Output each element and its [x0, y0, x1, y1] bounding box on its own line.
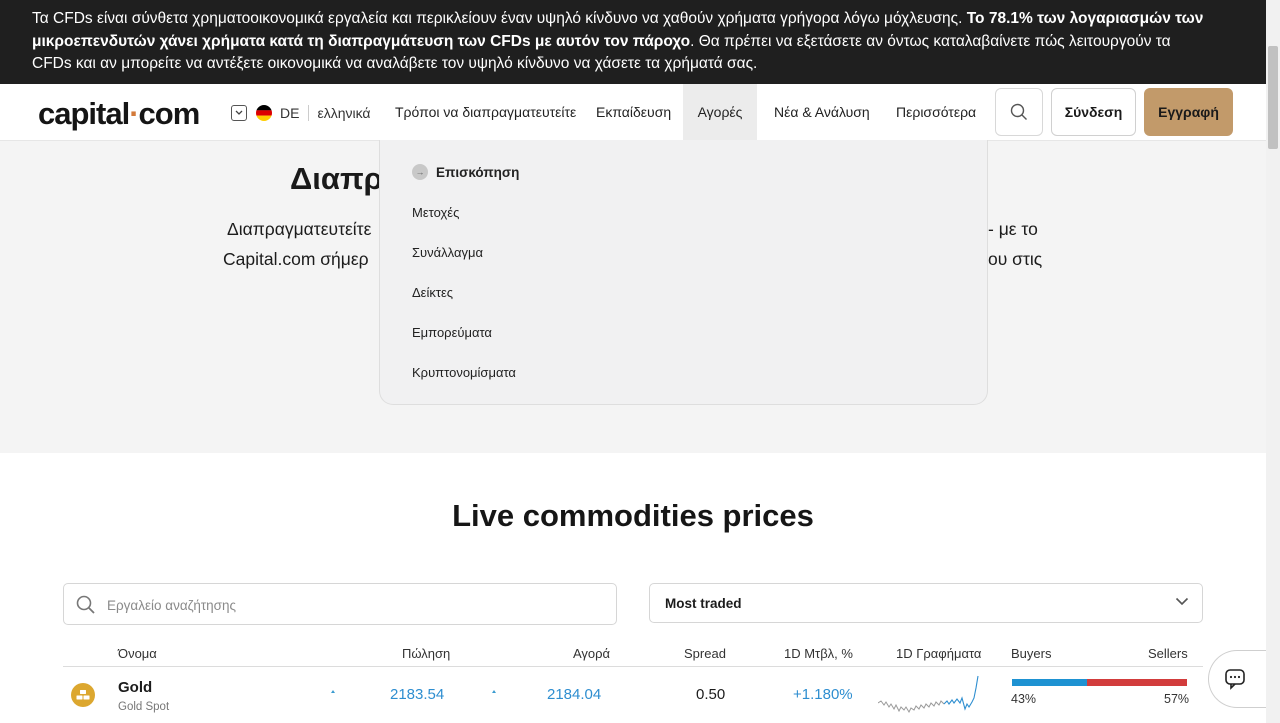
- sort-select-value: Most traded: [665, 596, 742, 611]
- menu-item-overview[interactable]: → Επισκόπηση: [412, 164, 519, 180]
- menu-item-commodities[interactable]: Εμπορεύματα: [412, 325, 492, 340]
- scrollbar-thumb[interactable]: [1268, 46, 1278, 149]
- menu-item-forex[interactable]: Συνάλλαγμα: [412, 245, 483, 260]
- column-header-buy[interactable]: Αγορά: [573, 646, 610, 661]
- buy-price[interactable]: 2184.04: [547, 686, 601, 703]
- sell-price[interactable]: 2183.54: [390, 686, 444, 703]
- nav-markets[interactable]: Αγορές: [683, 84, 757, 140]
- spread-value: 0.50: [696, 686, 726, 703]
- column-header-sellers: Sellers: [1148, 646, 1188, 661]
- nav-education[interactable]: Εκπαίδευση: [596, 84, 671, 140]
- logo-dot: ·: [129, 96, 139, 131]
- hero-title: Διαπρ: [290, 161, 383, 196]
- nav-news-label: Νέα & Ανάλυση: [774, 104, 870, 120]
- instrument-name[interactable]: Gold: [118, 679, 152, 696]
- live-prices-title: Live commodities prices: [452, 498, 814, 533]
- nav-news-analysis[interactable]: Νέα & Ανάλυση: [774, 84, 870, 140]
- risk-text-bold-2: μικροεπενδυτών χάνει χρήματα κατά τη δια…: [32, 32, 691, 50]
- risk-warning-banner: Τα CFDs είναι σύνθετα χρηματοοικονομικά …: [0, 0, 1266, 84]
- sparkline-line-gray: [878, 700, 945, 714]
- search-icon: [1010, 103, 1027, 120]
- logo-text-left: capital: [38, 96, 130, 131]
- chat-button[interactable]: [1208, 650, 1266, 708]
- country-code: DE: [280, 105, 300, 121]
- instrument-subtitle: Gold Spot: [118, 701, 170, 713]
- table-header-divider: [63, 666, 1203, 667]
- menu-item-cryptocurrencies[interactable]: Κρυπτονομίσματα: [412, 365, 516, 380]
- risk-text-2: . Θα πρέπει να εξετάσετε αν όντως καταλα…: [690, 32, 1171, 50]
- language-divider: [308, 105, 310, 121]
- buy-up-arrow-icon: [492, 690, 496, 693]
- buyers-bar: [1012, 679, 1087, 686]
- hero-text-line-2-end: ου στις: [988, 249, 1043, 269]
- column-header-spread[interactable]: Spread: [684, 646, 726, 661]
- nav-ways-to-trade[interactable]: Τρόποι να διαπραγματευτείτε: [395, 84, 576, 140]
- nav-more-label: Περισσότερα: [896, 104, 977, 120]
- hero-text-line-2: Capital.com σήμερ: [223, 249, 369, 269]
- nav-ways-label: Τρόποι να διαπραγματευτείτε: [395, 104, 577, 120]
- instrument-search-field[interactable]: [63, 583, 617, 625]
- login-button[interactable]: Σύνδεση: [1051, 88, 1136, 136]
- sparkline-chart: [878, 675, 979, 714]
- column-header-change[interactable]: 1D Μτβλ, %: [784, 646, 853, 661]
- nav-markets-label: Αγορές: [697, 104, 743, 120]
- risk-text-bold-1: Το 78.1% των λογαριασμών των: [966, 10, 1204, 27]
- site-header: capital·com DE ελληνικά Τρόποι να διαπρα…: [0, 84, 1266, 141]
- menu-item-shares[interactable]: Μετοχές: [412, 205, 459, 220]
- language-name: ελληνικά: [317, 105, 371, 121]
- gold-icon: [71, 683, 95, 707]
- signup-button[interactable]: Εγγραφή: [1144, 88, 1233, 136]
- nav-education-label: Εκπαίδευση: [596, 104, 672, 120]
- menu-item-indices[interactable]: Δείκτες: [412, 285, 453, 300]
- column-header-name[interactable]: Όνομα: [118, 646, 157, 661]
- sell-up-arrow-icon: [331, 690, 335, 693]
- chat-icon: [1224, 669, 1245, 690]
- column-header-chart: 1D Γραφήματα: [896, 646, 982, 661]
- column-header-sell[interactable]: Πώληση: [402, 646, 450, 661]
- buyers-percentage: 43%: [1011, 692, 1037, 706]
- hero-text-line-1-end: - με το: [988, 219, 1038, 239]
- search-icon: [76, 595, 95, 614]
- markets-dropdown-menu: → Επισκόπηση Μετοχές Συνάλλαγμα Δείκτες …: [379, 140, 988, 405]
- nav-more[interactable]: Περισσότερα: [896, 84, 976, 140]
- chevron-down-icon[interactable]: [231, 105, 247, 121]
- header-search-button[interactable]: [995, 88, 1043, 136]
- sparkline-line-blue: [943, 675, 979, 711]
- daily-change: +1.180%: [793, 686, 853, 703]
- menu-item-overview-label: Επισκόπηση: [436, 164, 520, 180]
- germany-flag-icon: [256, 105, 272, 121]
- sellers-bar: [1087, 679, 1187, 686]
- language-selector[interactable]: DE ελληνικά: [231, 104, 371, 122]
- risk-text-3: CFDs και αν μπορείτε να αντέξετε οικονομ…: [32, 55, 758, 72]
- chevron-down-icon: [1175, 597, 1189, 606]
- sellers-percentage: 57%: [1164, 692, 1190, 706]
- capital-com-logo[interactable]: capital·com: [38, 96, 201, 132]
- column-header-buyers: Buyers: [1011, 646, 1052, 661]
- hero-text-line-1: Διαπραγματευτείτε: [227, 219, 372, 239]
- arrow-right-icon: →: [412, 164, 428, 180]
- sort-select[interactable]: Most traded: [649, 583, 1203, 623]
- risk-text-1: Τα CFDs είναι σύνθετα χρηματοοικονομικά …: [32, 10, 967, 27]
- instrument-search-input[interactable]: [107, 594, 587, 616]
- logo-text-right: com: [138, 96, 201, 131]
